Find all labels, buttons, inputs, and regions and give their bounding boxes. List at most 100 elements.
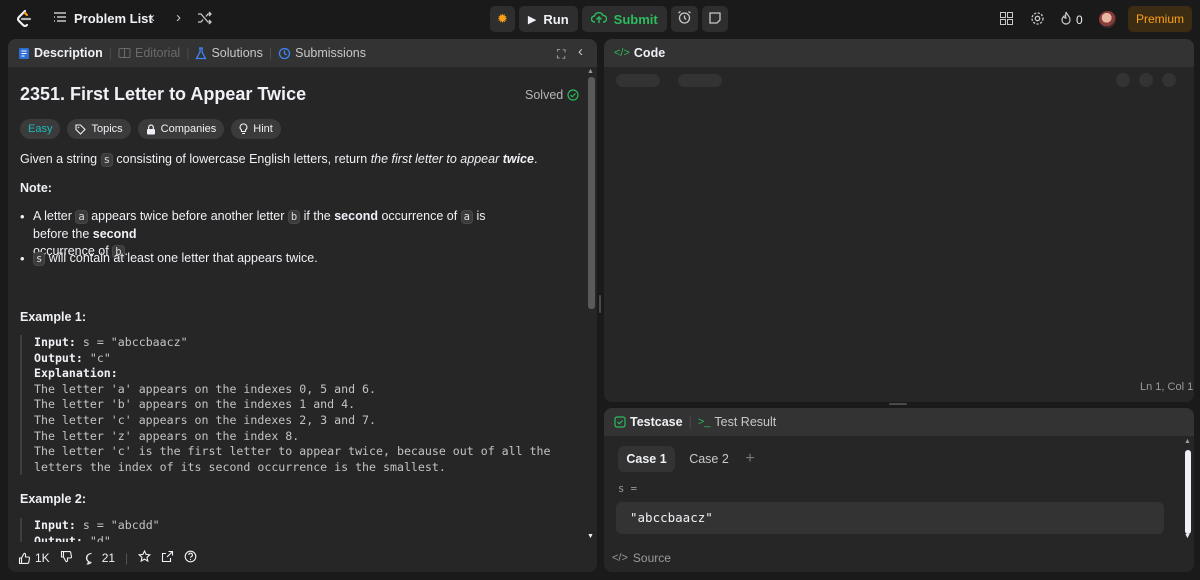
tab-solutions[interactable]: Solutions (195, 46, 263, 60)
list-icon[interactable] (53, 10, 67, 29)
tab-test-result[interactable]: >_ Test Result (698, 415, 776, 429)
help-icon[interactable] (184, 550, 197, 566)
notes-button[interactable] (701, 6, 728, 32)
description-tabs: Description | Editorial | Solutions | Su… (18, 46, 366, 60)
hint-label: Hint (253, 123, 273, 135)
example-1-block: Input: s = "abccbaacz" Output: "c" Expla… (20, 335, 551, 476)
streak-count: 0 (1076, 13, 1083, 27)
tab-submissions[interactable]: Submissions (278, 46, 366, 60)
tab-divider: | (186, 46, 190, 60)
description-footer: 1K 21 | (8, 544, 586, 572)
tab-testcase-label: Testcase (630, 415, 683, 429)
tab-submissions-label: Submissions (295, 46, 366, 60)
code-tabs: </> Code (614, 46, 665, 60)
scroll-up-arrow-icon[interactable]: ▲ (1184, 438, 1191, 445)
hint-chip[interactable]: Hint (231, 119, 281, 139)
flask-icon (195, 46, 208, 59)
topics-chip[interactable]: Topics (67, 119, 131, 139)
checkbox-icon (614, 416, 626, 428)
scrollbar-thumb[interactable] (1185, 450, 1191, 534)
footer-divider: | (125, 551, 129, 565)
terminal-icon: >_ (697, 416, 711, 428)
collapse-chevron-icon[interactable]: ‹ (578, 43, 583, 61)
description-panel: Description | Editorial | Solutions | Su… (8, 39, 597, 572)
testcase-panel: Testcase | >_ Test Result Case 1 Case 2 … (604, 408, 1194, 572)
flame-icon (1061, 11, 1071, 25)
topics-label: Topics (91, 123, 123, 135)
tab-divider: | (688, 415, 692, 429)
code-panel-header: </> Code (604, 39, 1194, 67)
tag-icon (75, 123, 87, 135)
check-circle-icon (567, 89, 579, 101)
layout-icon[interactable] (999, 11, 1014, 31)
code-brackets-icon: </> (614, 47, 630, 59)
chevron-left-icon[interactable]: ‹ (150, 9, 155, 27)
premium-button[interactable]: Premium (1128, 6, 1192, 32)
scroll-down-arrow-icon[interactable]: ▼ (587, 533, 594, 540)
case-2-tab[interactable]: Case 2 (683, 446, 735, 472)
dislike-button[interactable] (60, 550, 73, 566)
source-link[interactable]: </> Source (612, 551, 671, 565)
note-bullet-2: s will contain at least one letter that … (20, 250, 523, 268)
document-icon (19, 47, 29, 59)
timer-button[interactable] (670, 6, 698, 32)
debug-button[interactable]: ✹ (490, 6, 515, 32)
source-label: Source (632, 551, 671, 565)
favorite-star-icon[interactable] (138, 549, 152, 566)
tab-editorial[interactable]: Editorial (118, 46, 180, 60)
book-icon (118, 48, 131, 58)
gear-icon[interactable] (1030, 11, 1045, 31)
run-submit-group: ✹ ▶ Run Submit (490, 6, 728, 32)
run-button[interactable]: ▶ Run (518, 6, 578, 32)
toolbar-button-placeholder (1139, 73, 1153, 87)
note-icon (708, 11, 722, 28)
maximize-icon[interactable]: ⛶ (557, 45, 565, 63)
shuffle-icon[interactable] (197, 11, 213, 30)
solved-label: Solved (525, 88, 564, 102)
bug-icon: ✹ (497, 11, 508, 26)
lock-icon (146, 123, 155, 134)
add-case-plus-icon[interactable]: + (740, 446, 760, 472)
example-1-title: Example 1: (20, 310, 87, 324)
like-count: 1K (35, 551, 50, 565)
thumbs-down-icon (60, 550, 72, 563)
scrollbar-thumb[interactable] (588, 77, 595, 309)
tab-code[interactable]: </> Code (614, 46, 665, 60)
toolbar-button-placeholder (1116, 73, 1130, 87)
tab-code-label: Code (633, 46, 666, 60)
testcase-input[interactable]: "abccbaacz" (616, 502, 1164, 534)
streak-counter[interactable]: 0 (1060, 11, 1083, 29)
scroll-down-arrow-icon[interactable]: ▼ (1184, 533, 1191, 540)
comments-button[interactable]: 21 (85, 551, 115, 565)
scroll-up-arrow-icon[interactable]: ▲ (587, 68, 594, 75)
problem-chips: Easy Topics Companies Hint (20, 119, 281, 139)
problem-statement: Given a string s consisting of lowercase… (20, 152, 538, 167)
avatar[interactable] (1099, 11, 1116, 28)
submit-label: Submit (613, 11, 658, 27)
tab-description[interactable]: Description (18, 46, 103, 60)
auto-selector-placeholder (678, 74, 722, 87)
like-button[interactable]: 1K (18, 551, 50, 565)
companies-label: Companies (160, 123, 217, 135)
run-label: Run (543, 11, 569, 27)
play-icon: ▶ (527, 13, 537, 26)
comment-icon (85, 552, 92, 565)
thumbs-up-icon (18, 552, 31, 564)
note-heading: Note: (20, 181, 52, 195)
tab-testcase[interactable]: Testcase (614, 415, 683, 429)
submit-button[interactable]: Submit (581, 6, 667, 32)
tab-description-label: Description (34, 46, 103, 60)
description-panel-header: Description | Editorial | Solutions | Su… (8, 39, 597, 67)
example-2-block: Input: s = "abcdd" Output: "d" (20, 518, 160, 542)
cursor-position: Ln 1, Col 1 (1140, 381, 1194, 393)
difficulty-badge: Easy (20, 119, 61, 139)
case-1-tab[interactable]: Case 1 (618, 446, 675, 472)
problem-list-link[interactable]: Problem List (74, 11, 153, 26)
leetcode-logo[interactable] (14, 9, 34, 29)
horizontal-resize-handle[interactable] (889, 403, 907, 405)
chevron-right-icon[interactable]: › (176, 9, 181, 27)
tab-editorial-label: Editorial (135, 46, 181, 60)
vertical-resize-handle[interactable] (599, 295, 601, 313)
share-icon[interactable] (161, 550, 174, 566)
companies-chip[interactable]: Companies (137, 119, 225, 139)
